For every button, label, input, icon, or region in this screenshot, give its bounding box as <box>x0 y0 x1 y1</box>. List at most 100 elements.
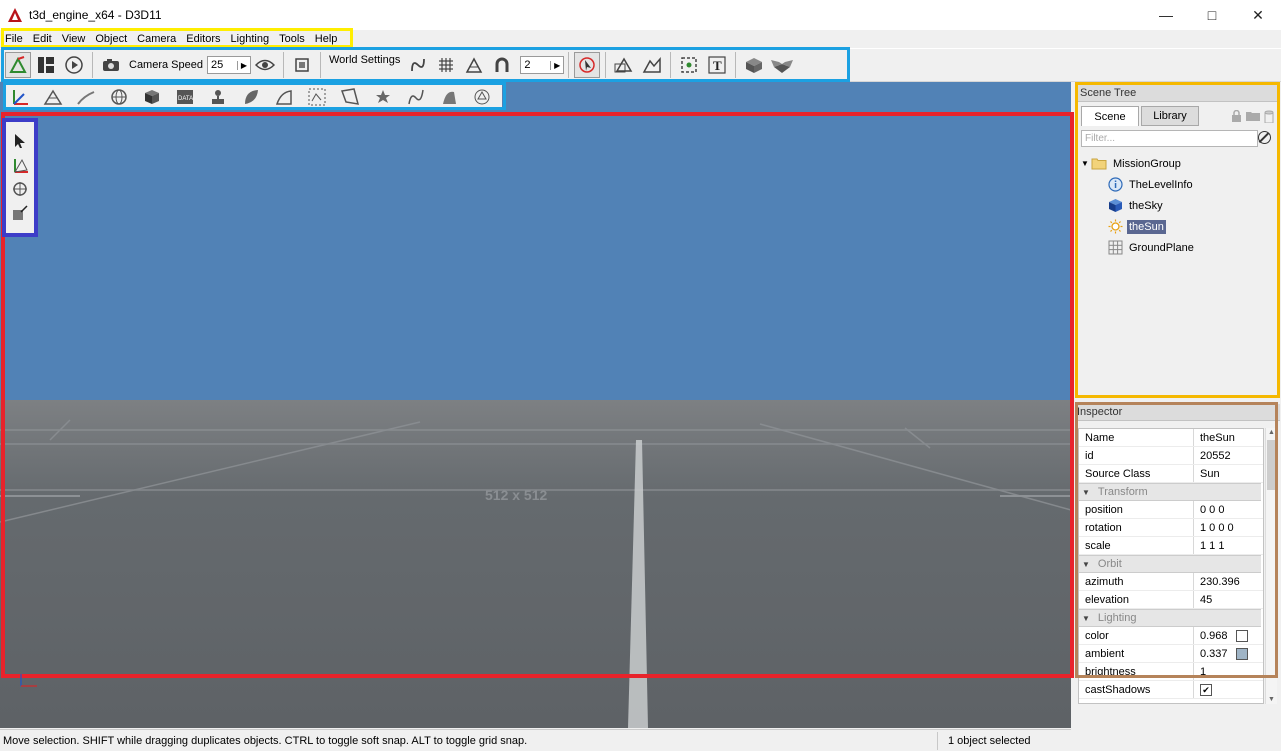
group-lighting[interactable]: ▼ Lighting <box>1079 609 1261 627</box>
property-key: brightness <box>1079 663 1194 680</box>
collapse-triangle-icon[interactable]: ▼ <box>1082 560 1090 569</box>
scrollbar-thumb[interactable] <box>1267 440 1276 490</box>
folder-icon <box>1091 156 1107 172</box>
maximize-button[interactable]: □ <box>1189 0 1235 30</box>
property-row-ambient[interactable]: ambient 0.337 <box>1079 645 1263 663</box>
move-tool-icon[interactable] <box>9 154 31 176</box>
inspector-property-grid: Name theSun id 20552 Source Class Sun ▼ Tran… <box>1078 428 1264 704</box>
property-key: scale <box>1079 537 1194 554</box>
property-value[interactable]: 1 <box>1194 666 1206 678</box>
minimize-button[interactable]: — <box>1143 0 1189 30</box>
lock-icon[interactable] <box>1231 110 1242 122</box>
tree-item-thelevelinfo[interactable]: TheLevelInfo <box>1081 174 1277 195</box>
toolbar-highlight-frame <box>1 47 850 82</box>
grid-plane-icon <box>1107 240 1123 256</box>
tree-item-missiongroup[interactable]: ▼ MissionGroup <box>1081 153 1277 174</box>
tree-item-label: MissionGroup <box>1113 157 1181 170</box>
group-label: Lighting <box>1097 612 1137 624</box>
tree-item-label: TheLevelInfo <box>1129 178 1193 191</box>
trash-icon[interactable] <box>1264 110 1274 123</box>
tree-item-thesky[interactable]: theSky <box>1081 195 1277 216</box>
property-value[interactable]: 0 0 0 <box>1194 504 1224 516</box>
inspector-header: Inspector <box>1075 404 1280 421</box>
property-key: elevation <box>1079 591 1194 608</box>
folder-icon[interactable] <box>1245 110 1261 122</box>
property-value[interactable]: 1 0 0 0 <box>1194 522 1234 534</box>
color-swatch[interactable] <box>1235 629 1248 642</box>
property-row-elevation[interactable]: elevation 45 <box>1079 591 1263 609</box>
tree-item-label: GroundPlane <box>1129 241 1194 254</box>
scene-tree-list: ▼ MissionGroup TheLevelInfo theSky theSu… <box>1078 153 1277 258</box>
property-value[interactable]: 20552 <box>1194 450 1231 462</box>
property-row-position[interactable]: position 0 0 0 <box>1079 501 1263 519</box>
property-key: color <box>1079 627 1194 644</box>
property-key: rotation <box>1079 519 1194 536</box>
select-arrow-icon[interactable] <box>9 130 31 152</box>
tree-item-thesun[interactable]: theSun <box>1081 216 1277 237</box>
scale-tool-icon[interactable] <box>9 202 31 224</box>
property-value[interactable]: 45 <box>1194 594 1212 606</box>
property-key: Name <box>1079 429 1194 446</box>
scene-tree-header: Scene Tree <box>1078 85 1277 102</box>
tab-scene[interactable]: Scene <box>1081 106 1139 126</box>
selection-count: 1 object selected <box>948 734 1031 747</box>
info-icon <box>1107 177 1123 193</box>
property-value[interactable]: theSun <box>1194 432 1235 444</box>
collapse-triangle-icon[interactable]: ▼ <box>1082 614 1090 623</box>
close-button[interactable]: ✕ <box>1235 0 1281 30</box>
property-key: Source Class <box>1079 465 1194 482</box>
property-row-brightness[interactable]: brightness 1 <box>1079 663 1263 681</box>
property-key: position <box>1079 501 1194 518</box>
property-row-id[interactable]: id 20552 <box>1079 447 1263 465</box>
sun-icon <box>1107 219 1123 235</box>
property-row-color[interactable]: color 0.968 <box>1079 627 1263 645</box>
tree-item-label: theSun <box>1127 219 1166 234</box>
property-value[interactable]: 1 1 1 <box>1194 540 1224 552</box>
title-bar: t3d_engine_x64 - D3D11 — □ ✕ <box>0 0 1281 30</box>
scroll-up-icon[interactable]: ▲ <box>1268 429 1275 436</box>
menu-highlight-frame <box>1 28 353 48</box>
property-value[interactable]: 0.337 <box>1200 648 1228 660</box>
property-row-scale[interactable]: scale 1 1 1 <box>1079 537 1263 555</box>
group-orbit[interactable]: ▼ Orbit <box>1079 555 1261 573</box>
property-value[interactable]: 0.968 <box>1200 630 1228 642</box>
status-message: Move selection. SHIFT while dragging dup… <box>3 734 528 747</box>
scroll-down-icon[interactable]: ▼ <box>1268 696 1275 703</box>
property-key: castShadows <box>1079 681 1194 698</box>
tree-item-groundplane[interactable]: GroundPlane <box>1081 237 1277 258</box>
tab-library[interactable]: Library <box>1141 106 1199 126</box>
object-toolbar-highlight-frame <box>3 82 506 110</box>
property-key: azimuth <box>1079 573 1194 590</box>
window-title: t3d_engine_x64 - D3D11 <box>29 8 162 22</box>
axis-gizmo-icon <box>20 674 37 687</box>
rotate-tool-icon[interactable] <box>9 178 31 200</box>
viewport-highlight-frame <box>1 112 1074 678</box>
property-row-source-class[interactable]: Source Class Sun <box>1079 465 1263 483</box>
group-label: Transform <box>1097 486 1148 498</box>
property-value[interactable]: Sun <box>1194 468 1220 480</box>
cast-shadows-checkbox[interactable]: ✔ <box>1200 683 1212 696</box>
sky-box-icon <box>1107 198 1123 214</box>
panel-background <box>1071 706 1281 751</box>
inspector-panel: Inspector Name theSun id 20552 Source Clas… <box>1075 402 1280 706</box>
ambient-swatch[interactable] <box>1235 647 1248 660</box>
scene-tree-panel: Scene Tree Scene Library Filter... ▼ Mis… <box>1075 82 1280 398</box>
property-key: ambient <box>1079 645 1194 662</box>
group-label: Orbit <box>1097 558 1122 570</box>
status-bar: Move selection. SHIFT while dragging dup… <box>0 729 1071 751</box>
property-row-castshadows[interactable]: castShadows ✔ <box>1079 681 1263 699</box>
property-row-rotation[interactable]: rotation 1 0 0 0 <box>1079 519 1263 537</box>
property-value[interactable]: 230.396 <box>1194 576 1240 588</box>
property-row-name[interactable]: Name theSun <box>1079 429 1263 447</box>
group-transform[interactable]: ▼ Transform <box>1079 483 1261 501</box>
property-row-azimuth[interactable]: azimuth 230.396 <box>1079 573 1263 591</box>
scene-filter-input[interactable]: Filter... <box>1081 130 1258 147</box>
clear-filter-icon[interactable] <box>1258 131 1271 144</box>
tree-item-label: theSky <box>1129 199 1163 212</box>
tool-palette <box>2 118 38 237</box>
collapse-triangle-icon[interactable]: ▼ <box>1082 488 1090 497</box>
expand-triangle-icon[interactable]: ▼ <box>1081 159 1091 168</box>
property-key: id <box>1079 447 1194 464</box>
app-logo-icon <box>7 7 23 23</box>
inspector-scrollbar[interactable]: ▲ ▼ <box>1265 428 1277 704</box>
